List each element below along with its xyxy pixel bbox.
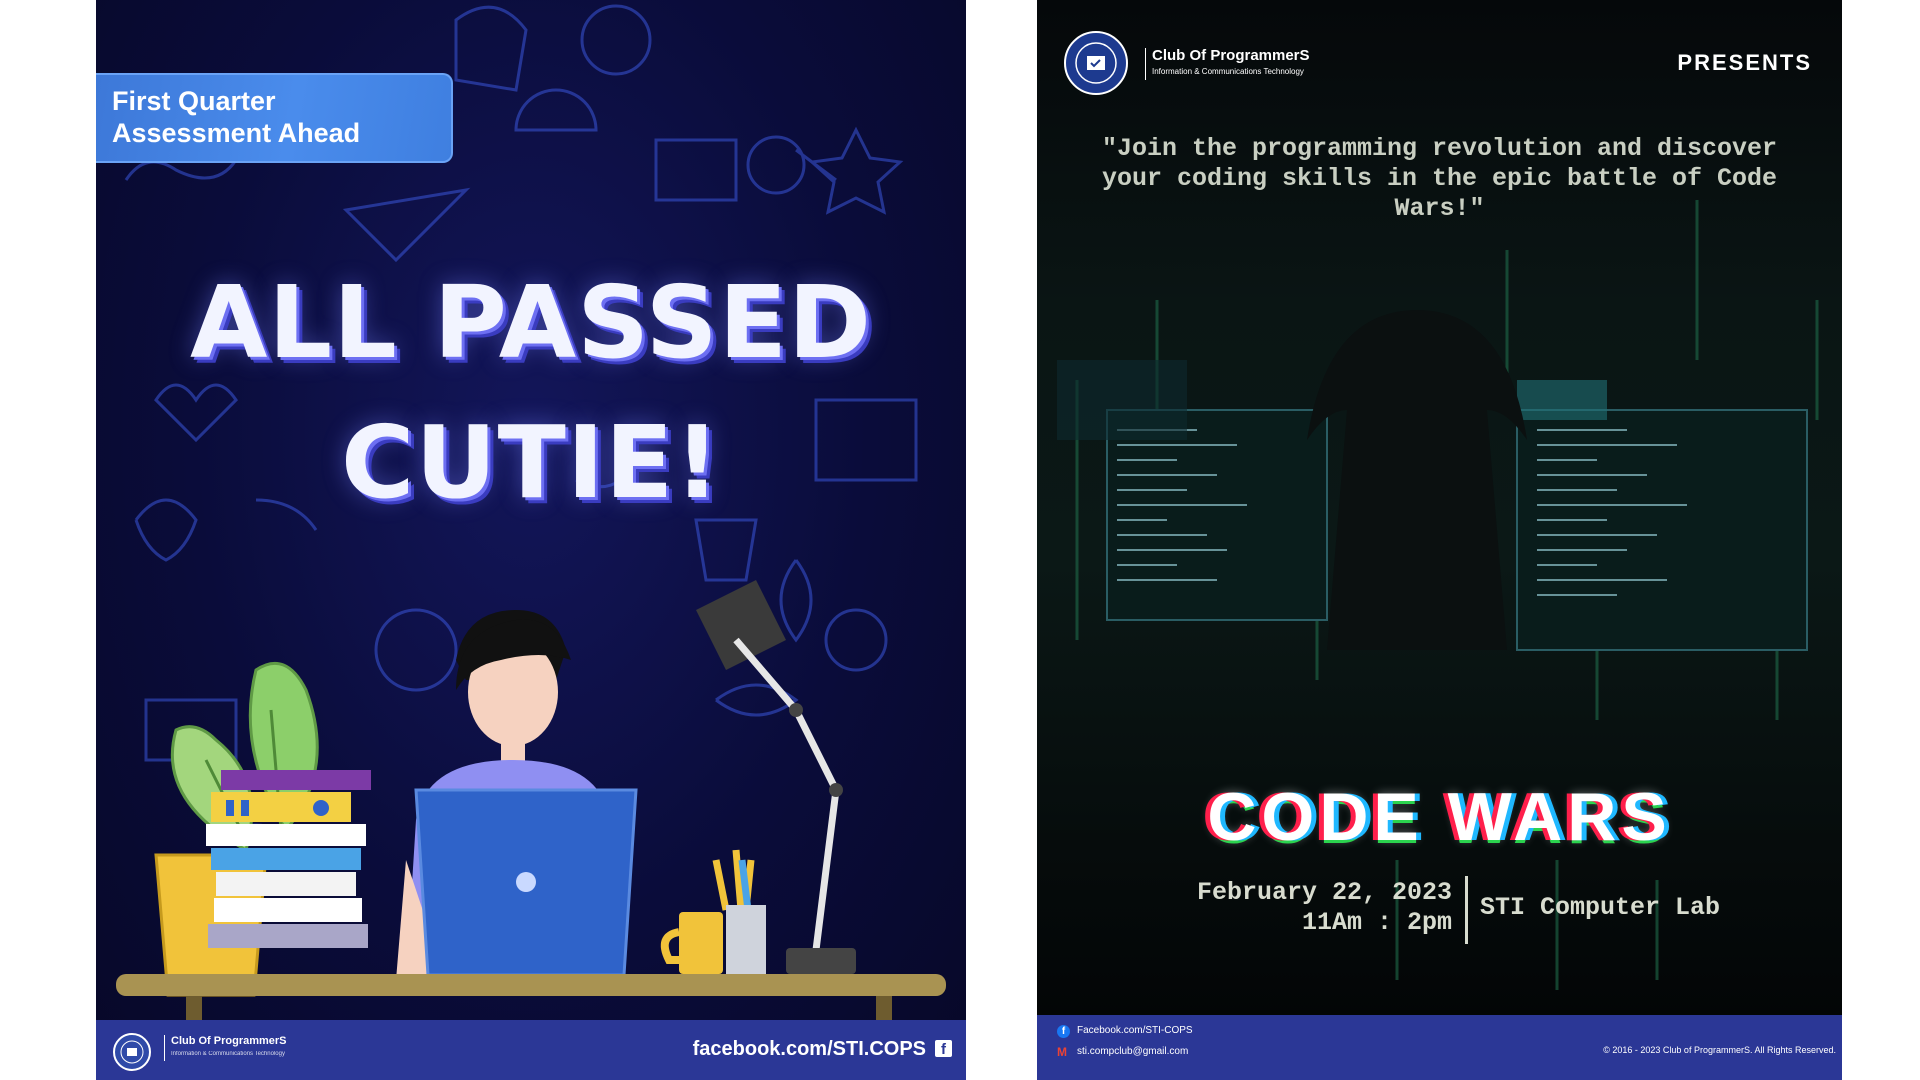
book-stack-illustration bbox=[206, 770, 371, 948]
event-venue: STI Computer Lab bbox=[1480, 893, 1721, 922]
tag-line-1: First Quarter bbox=[112, 86, 276, 116]
club-logo-icon bbox=[1064, 31, 1128, 95]
poster-code-wars: Club Of ProgrammerS Information & Commun… bbox=[1037, 0, 1842, 1080]
email-link[interactable]: sti.compclub@gmail.com bbox=[1077, 1046, 1188, 1057]
desk-illustration bbox=[116, 974, 946, 1020]
gmail-icon: M bbox=[1057, 1045, 1067, 1059]
student-desk-illustration bbox=[116, 580, 946, 1020]
date-venue-divider bbox=[1465, 876, 1468, 944]
facebook-icon: f bbox=[1057, 1025, 1070, 1038]
facebook-link[interactable]: Facebook.com/STI-COPS bbox=[1077, 1025, 1193, 1036]
event-date-line: February 22, 2023 bbox=[1196, 878, 1452, 907]
assessment-tag: First Quarter Assessment Ahead bbox=[96, 73, 453, 163]
club-subtitle: Information & Communications Technology bbox=[1152, 67, 1304, 76]
club-name: Club Of ProgrammerS Information & Commun… bbox=[1145, 48, 1310, 80]
event-title: CODE WARS bbox=[1207, 779, 1672, 855]
poster-all-passed: First Quarter Assessment Ahead ALL PASSE… bbox=[96, 0, 966, 1080]
mug-illustration bbox=[660, 912, 723, 974]
facebook-icon: f bbox=[935, 1040, 952, 1057]
pencil-cup-illustration bbox=[712, 849, 766, 975]
club-subtitle: Information & Communications Technology bbox=[171, 1051, 285, 1057]
headline-line-1: ALL PASSED bbox=[189, 264, 873, 381]
tag-line-2: Assessment Ahead bbox=[112, 118, 361, 148]
club-name: Club Of ProgrammerS Information & Commun… bbox=[164, 1035, 287, 1061]
club-logo-icon bbox=[113, 1033, 151, 1071]
event-time-line: 11Am : 2pm bbox=[1301, 908, 1452, 937]
laptop-illustration bbox=[396, 788, 656, 982]
copyright-text: © 2016 - 2023 Club of ProgrammerS. All R… bbox=[1603, 1045, 1836, 1055]
poster-footer: f Facebook.com/STI-COPS M sti.compclub@g… bbox=[1037, 1015, 1842, 1080]
presents-label: PRESENTS bbox=[1677, 50, 1812, 75]
event-date: February 22, 2023 11Am : 2pm bbox=[1127, 878, 1452, 938]
poster-footer: Club Of ProgrammerS Information & Commun… bbox=[96, 1020, 966, 1080]
event-quote: "Join the programming revolution and dis… bbox=[1101, 134, 1778, 223]
headline-line-2: CUTIE! bbox=[341, 404, 721, 521]
facebook-link[interactable]: facebook.com/STI.COPS bbox=[693, 1038, 926, 1061]
